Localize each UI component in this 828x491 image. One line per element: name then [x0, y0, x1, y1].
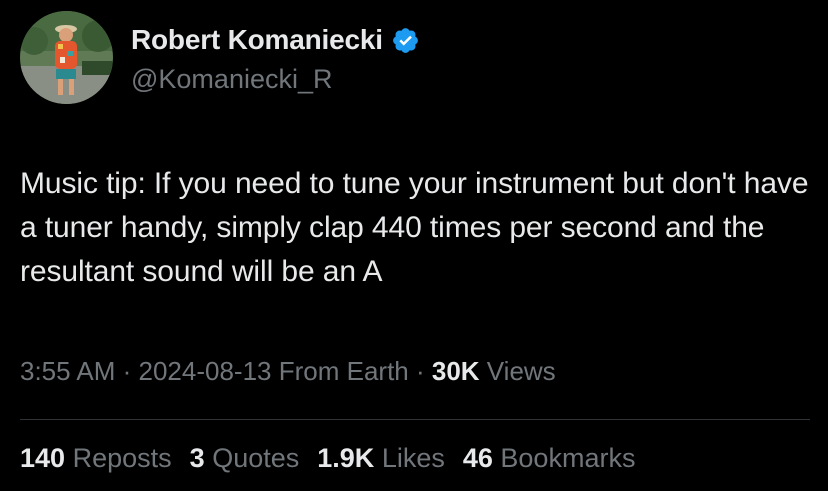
meta-separator: ·	[408, 356, 432, 386]
tweet-text: Music tip: If you need to tune your inst…	[20, 167, 809, 288]
divider	[20, 419, 810, 420]
reposts-stat[interactable]: 140 Reposts	[20, 443, 172, 474]
meta-separator: ·	[115, 356, 139, 386]
quotes-stat[interactable]: 3 Quotes	[190, 443, 300, 474]
post-date[interactable]: 2024-08-13	[139, 356, 272, 386]
reposts-label: Reposts	[72, 443, 172, 473]
user-handle[interactable]: @Komaniecki_R	[131, 64, 420, 95]
likes-label: Likes	[381, 443, 445, 473]
bookmarks-stat[interactable]: 46 Bookmarks	[463, 443, 636, 474]
likes-count: 1.9K	[317, 443, 375, 473]
reposts-count: 140	[20, 443, 66, 473]
bookmarks-label: Bookmarks	[500, 443, 636, 473]
quotes-label: Quotes	[212, 443, 300, 473]
views-label: Views	[479, 356, 556, 386]
views-count: 30K	[431, 356, 480, 386]
display-name[interactable]: Robert Komaniecki	[131, 24, 383, 56]
avatar-photo	[20, 11, 113, 104]
verified-badge-icon[interactable]	[391, 26, 420, 55]
name-row: Robert Komaniecki	[131, 22, 420, 58]
avatar[interactable]	[20, 11, 113, 104]
tweet-meta: 3:55 AM · 2024-08-13 From Earth · 30K Vi…	[20, 356, 556, 387]
author-block: Robert Komaniecki @Komaniecki_R	[131, 22, 420, 95]
likes-stat[interactable]: 1.9K Likes	[317, 443, 445, 474]
post-time[interactable]: 3:55 AM	[20, 356, 115, 386]
tweet-card: Robert Komaniecki @Komaniecki_R Music ti…	[0, 0, 828, 491]
quotes-count: 3	[189, 443, 205, 473]
bookmarks-count: 46	[462, 443, 493, 473]
engagement-stats: 140 Reposts 3 Quotes 1.9K Likes 46 Bookm…	[20, 443, 635, 474]
post-location: From Earth	[271, 356, 409, 386]
